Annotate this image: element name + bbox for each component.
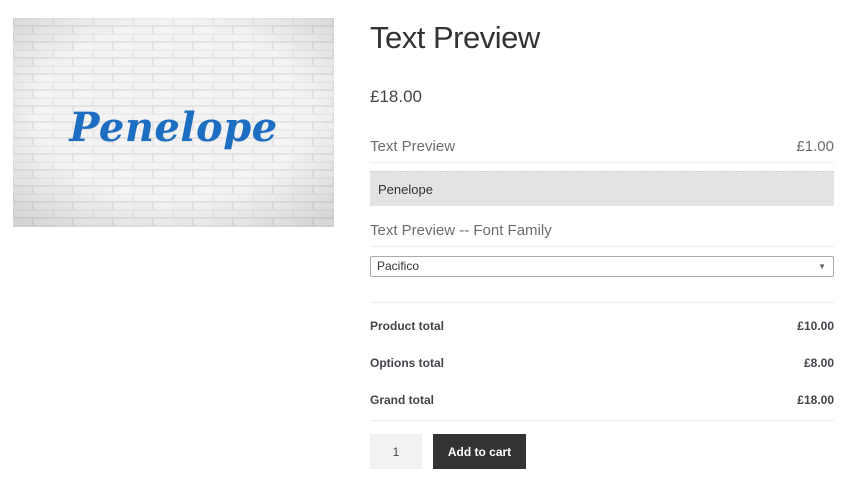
- product-total-label: Product total: [370, 319, 444, 333]
- font-family-option: Text Preview -- Font Family: [370, 222, 834, 239]
- text-preview-option: Text Preview £1.00: [370, 138, 834, 155]
- options-total-label: Options total: [370, 356, 444, 370]
- divider: [370, 246, 834, 247]
- product-image: Penelope: [13, 18, 334, 227]
- text-preview-label: Text Preview: [370, 138, 456, 155]
- product-total-value: £10.00: [797, 319, 834, 333]
- divider: [370, 302, 834, 303]
- font-family-selected-value: Pacifico: [377, 259, 420, 273]
- product-price: £18.00: [370, 87, 422, 106]
- add-to-cart-button[interactable]: Add to cart: [433, 434, 526, 469]
- options-total-value: £8.00: [803, 356, 834, 370]
- grand-total-value: £18.00: [797, 393, 834, 407]
- product-summary: Text Preview £18.00 Text Preview £1.00 T…: [370, 18, 834, 469]
- font-family-select[interactable]: Pacifico ▼: [370, 256, 834, 277]
- text-preview-input[interactable]: [370, 171, 834, 206]
- grand-total-row: Grand total £18.00: [370, 393, 834, 407]
- divider: [370, 162, 834, 163]
- grand-total-label: Grand total: [370, 393, 435, 407]
- product-page: Penelope Text Preview £18.00 Text Previe…: [0, 0, 856, 489]
- product-total-row: Product total £10.00: [370, 319, 834, 333]
- font-family-label: Text Preview -- Font Family: [370, 222, 552, 239]
- divider: [370, 420, 834, 421]
- quantity-input[interactable]: [370, 434, 422, 469]
- text-preview-price: £1.00: [796, 138, 834, 155]
- page-title: Text Preview: [370, 20, 540, 55]
- options-total-row: Options total £8.00: [370, 356, 834, 370]
- chevron-down-icon: ▼: [818, 262, 826, 271]
- image-preview-text: Penelope: [69, 104, 278, 151]
